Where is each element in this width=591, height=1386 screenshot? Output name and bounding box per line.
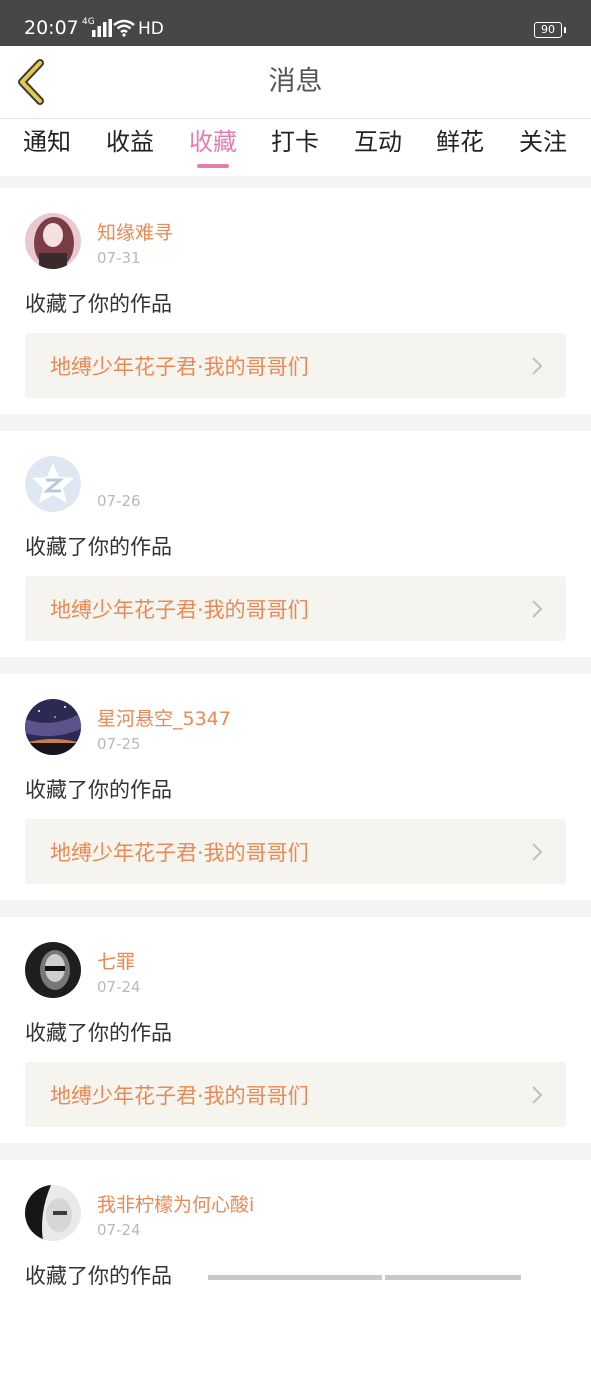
- work-link[interactable]: 地缚少年花子君·我的哥哥们: [25, 819, 566, 884]
- avatar[interactable]: [25, 942, 81, 998]
- scroll-indicator: [208, 1275, 382, 1280]
- tab-label: 收益: [106, 128, 154, 156]
- wifi-icon: [113, 19, 135, 37]
- status-time: 20:07: [24, 17, 79, 39]
- active-tab-indicator: [197, 164, 229, 168]
- action-text: 收藏了你的作品: [25, 778, 172, 802]
- page-title: 消息: [268, 66, 323, 97]
- signal-icon: [92, 19, 112, 37]
- status-bar: 20:07 4G HD 90: [0, 0, 591, 46]
- tab-label: 打卡: [271, 128, 319, 156]
- tab-checkin[interactable]: 打卡: [260, 119, 330, 176]
- username[interactable]: 七罪: [97, 947, 135, 974]
- scroll-indicator: [385, 1275, 521, 1280]
- tab-label: 通知: [23, 128, 71, 156]
- tab-label: 互动: [354, 128, 402, 156]
- avatar[interactable]: [25, 456, 81, 512]
- message-card: 知缘难寻 07-31 收藏了你的作品 地缚少年花子君·我的哥哥们: [0, 188, 591, 414]
- work-link[interactable]: 地缚少年花子君·我的哥哥们: [25, 333, 566, 398]
- message-card: 07-26 收藏了你的作品 地缚少年花子君·我的哥哥们: [0, 431, 591, 657]
- username[interactable]: 星河悬空_5347: [97, 704, 231, 731]
- username[interactable]: 我非柠檬为何心酸i: [97, 1190, 254, 1217]
- tab-notifications[interactable]: 通知: [12, 119, 82, 176]
- hd-indicator: HD: [138, 19, 164, 39]
- action-text: 收藏了你的作品: [25, 1264, 172, 1288]
- timestamp: 07-25: [97, 735, 141, 753]
- tab-follows[interactable]: 关注: [508, 119, 578, 176]
- action-text: 收藏了你的作品: [25, 535, 172, 559]
- action-text: 收藏了你的作品: [25, 1021, 172, 1045]
- chevron-right-icon: [532, 600, 543, 618]
- nav-header: 消息: [0, 46, 591, 119]
- tab-bar: 通知 收益 收藏 打卡 互动 鲜花 关注: [0, 119, 591, 176]
- action-text: 收藏了你的作品: [25, 292, 172, 316]
- message-card: 星河悬空_5347 07-25 收藏了你的作品 地缚少年花子君·我的哥哥们: [0, 674, 591, 900]
- avatar[interactable]: [25, 699, 81, 755]
- back-arrow-icon[interactable]: [14, 59, 48, 105]
- chevron-right-icon: [532, 1086, 543, 1104]
- tab-flowers[interactable]: 鲜花: [425, 119, 495, 176]
- work-title: 地缚少年花子君·我的哥哥们: [50, 1084, 309, 1108]
- work-title: 地缚少年花子君·我的哥哥们: [50, 355, 309, 379]
- timestamp: 07-31: [97, 249, 141, 267]
- battery-icon: 90: [534, 22, 566, 38]
- message-card: 七罪 07-24 收藏了你的作品 地缚少年花子君·我的哥哥们: [0, 917, 591, 1143]
- tab-label: 收藏: [189, 128, 237, 156]
- tab-earnings[interactable]: 收益: [95, 119, 165, 176]
- tab-label: 关注: [519, 128, 567, 156]
- username[interactable]: 知缘难寻: [97, 218, 173, 245]
- work-title: 地缚少年花子君·我的哥哥们: [50, 598, 309, 622]
- work-link[interactable]: 地缚少年花子君·我的哥哥们: [25, 576, 566, 641]
- tab-label: 鲜花: [436, 128, 484, 156]
- work-link[interactable]: 地缚少年花子君·我的哥哥们: [25, 1062, 566, 1127]
- tab-favorites[interactable]: 收藏: [178, 119, 248, 176]
- chevron-right-icon: [532, 357, 543, 375]
- avatar[interactable]: [25, 1185, 81, 1241]
- work-title: 地缚少年花子君·我的哥哥们: [50, 841, 309, 865]
- tab-interactions[interactable]: 互动: [343, 119, 413, 176]
- timestamp: 07-24: [97, 1221, 141, 1239]
- avatar[interactable]: [25, 213, 81, 269]
- timestamp: 07-26: [97, 492, 141, 510]
- message-card: 我非柠檬为何心酸i 07-24 收藏了你的作品: [0, 1160, 591, 1386]
- chevron-right-icon: [532, 843, 543, 861]
- timestamp: 07-24: [97, 978, 141, 996]
